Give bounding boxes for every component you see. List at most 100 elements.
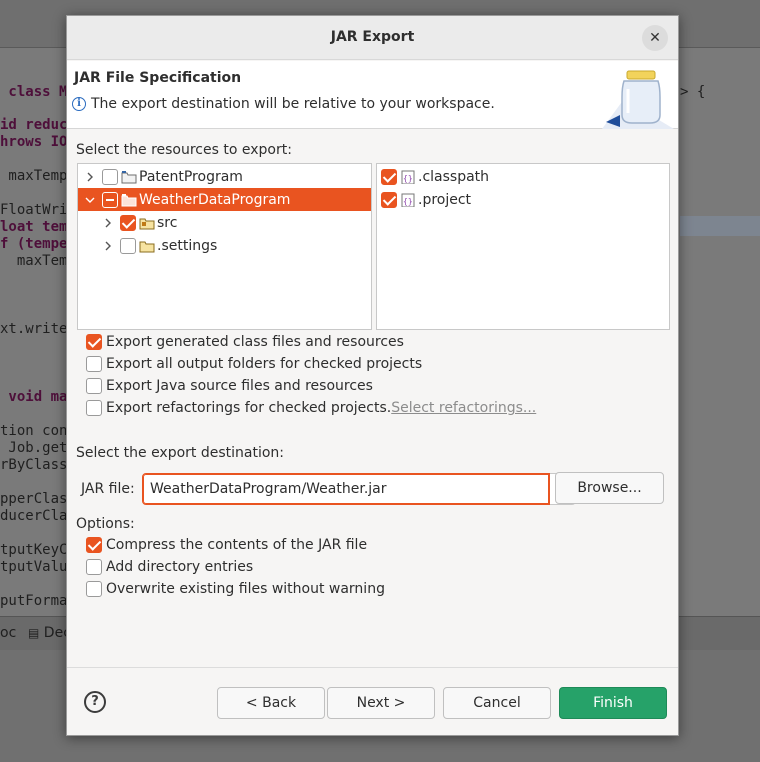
checkbox[interactable] — [86, 334, 102, 350]
editor-code-line: ducerCla — [0, 508, 68, 524]
editor-code-line: id reduc — [0, 117, 68, 133]
javadoc-tab[interactable]: oc — [0, 625, 16, 641]
dialog-title: JAR Export — [330, 29, 415, 45]
folder-icon — [139, 241, 155, 252]
editor-code-line: tion con — [0, 423, 68, 439]
file-checkbox[interactable] — [381, 191, 397, 208]
footer-separator — [67, 667, 678, 668]
export-refactorings-checkbox[interactable]: Export refactorings for checked projects… — [86, 400, 536, 416]
tree-checkbox[interactable] — [102, 168, 118, 185]
project-folder-icon — [121, 170, 137, 183]
editor-code-line: rByClass — [0, 457, 68, 473]
tree-item-settings[interactable]: .settings — [78, 234, 371, 257]
editor-code-line: hrows IO — [0, 134, 68, 150]
tree-checkbox[interactable] — [120, 237, 136, 254]
editor-code-line: FloatWrit — [0, 202, 76, 218]
svg-text:{}: {} — [403, 197, 413, 206]
checkbox-label: Export refactorings for checked projects… — [106, 400, 392, 416]
export-java-source-checkbox[interactable]: Export Java source files and resources — [86, 378, 373, 394]
chevron-right-icon[interactable] — [102, 217, 114, 229]
dialog-titlebar: JAR Export ✕ — [67, 16, 678, 60]
checkbox-label: Compress the contents of the JAR file — [106, 537, 368, 553]
wizard-banner: JAR File Specification i The export dest… — [67, 61, 678, 129]
editor-code-line: pperClas — [0, 491, 68, 507]
tree-item-label: WeatherDataProgram — [139, 191, 291, 208]
tree-item-label: .settings — [157, 237, 218, 254]
jar-export-dialog: JAR Export ✕ JAR File Specification i Th… — [66, 15, 679, 736]
editor-code-line: class Ma — [0, 84, 76, 100]
export-class-files-checkbox[interactable]: Export generated class files and resourc… — [86, 334, 404, 350]
banner-message: The export destination will be relative … — [91, 96, 495, 112]
tree-item-src[interactable]: src — [78, 211, 371, 234]
jar-file-label: JAR file: — [81, 481, 135, 497]
compress-contents-checkbox[interactable]: Compress the contents of the JAR file — [86, 537, 367, 553]
next-button[interactable]: Next > — [327, 687, 435, 719]
checkbox[interactable] — [86, 559, 102, 575]
svg-text:{}: {} — [403, 174, 413, 183]
file-item-label: .classpath — [418, 168, 490, 185]
chevron-right-icon[interactable] — [84, 171, 96, 183]
declaration-tab[interactable]: ▤ Dec — [28, 625, 71, 641]
editor-code-line: xt.write — [0, 321, 68, 337]
info-icon: i — [72, 97, 86, 111]
tree-item-label: src — [157, 214, 178, 231]
checkbox[interactable] — [86, 378, 102, 394]
project-folder-icon — [121, 193, 137, 206]
help-icon[interactable]: ? — [84, 691, 106, 713]
jar-file-input[interactable]: WeatherDataProgram/Weather.jar — [142, 473, 550, 505]
cancel-button[interactable]: Cancel — [443, 687, 551, 719]
destination-label: Select the export destination: — [76, 445, 285, 461]
tree-item-label: PatentProgram — [139, 168, 243, 185]
export-output-folders-checkbox[interactable]: Export all output folders for checked pr… — [86, 356, 422, 372]
editor-code-line: putForma — [0, 593, 68, 609]
jar-file-value: WeatherDataProgram/Weather.jar — [150, 481, 387, 497]
options-label: Options: — [76, 516, 135, 532]
tree-item-patentprogram[interactable]: PatentProgram — [78, 165, 371, 188]
checkbox[interactable] — [86, 400, 102, 416]
resource-tree: PatentProgram WeatherDataProgram src .se… — [77, 163, 372, 330]
tree-checkbox[interactable] — [120, 214, 136, 231]
select-refactorings-link[interactable]: Select refactorings... — [391, 400, 536, 416]
file-list: {} .classpath {} .project — [376, 163, 670, 330]
file-item-label: .project — [418, 191, 472, 208]
editor-code-line: maxTempe — [0, 168, 76, 184]
file-checkbox[interactable] — [381, 168, 397, 185]
editor-code-line: maxTem — [0, 253, 68, 269]
editor-code-brace: > { — [680, 84, 706, 100]
resources-label: Select the resources to export: — [76, 142, 292, 158]
editor-code-line: f (tempe — [0, 236, 68, 252]
editor-code-line: tputKeyC — [0, 542, 68, 558]
banner-info: i The export destination will be relativ… — [72, 96, 495, 112]
back-button[interactable]: < Back — [217, 687, 325, 719]
banner-title: JAR File Specification — [74, 70, 242, 86]
chevron-down-icon[interactable] — [84, 194, 96, 206]
file-item-project[interactable]: {} .project — [377, 188, 669, 211]
xml-file-icon: {} — [401, 193, 415, 207]
add-directory-entries-checkbox[interactable]: Add directory entries — [86, 559, 253, 575]
tree-checkbox[interactable] — [102, 191, 118, 208]
checkbox-label: Add directory entries — [106, 559, 254, 575]
jar-wizard-icon — [602, 70, 674, 129]
finish-button[interactable]: Finish — [559, 687, 667, 719]
browse-button[interactable]: Browse... — [555, 472, 664, 504]
declaration-icon: ▤ — [28, 626, 40, 640]
checkbox[interactable] — [86, 581, 102, 597]
checkbox-label: Export generated class files and resourc… — [106, 334, 404, 350]
close-button[interactable]: ✕ — [642, 25, 668, 51]
editor-code-line: void ma — [0, 389, 68, 405]
checkbox-label: Export Java source files and resources — [106, 378, 373, 394]
file-item-classpath[interactable]: {} .classpath — [377, 165, 669, 188]
chevron-right-icon[interactable] — [102, 240, 114, 252]
tree-item-weatherdataprogram[interactable]: WeatherDataProgram — [78, 188, 371, 211]
checkbox[interactable] — [86, 537, 102, 553]
editor-code-line: loat temp — [0, 219, 76, 235]
editor-code-line: Job.get — [0, 440, 68, 456]
close-icon: ✕ — [649, 30, 661, 46]
checkbox[interactable] — [86, 356, 102, 372]
editor-code-line: tputValu — [0, 559, 68, 575]
checkbox-label: Overwrite existing files without warning — [106, 581, 385, 597]
package-folder-icon — [139, 218, 155, 229]
overwrite-files-checkbox[interactable]: Overwrite existing files without warning — [86, 581, 385, 597]
checkbox-label: Export all output folders for checked pr… — [106, 356, 423, 372]
xml-file-icon: {} — [401, 170, 415, 184]
